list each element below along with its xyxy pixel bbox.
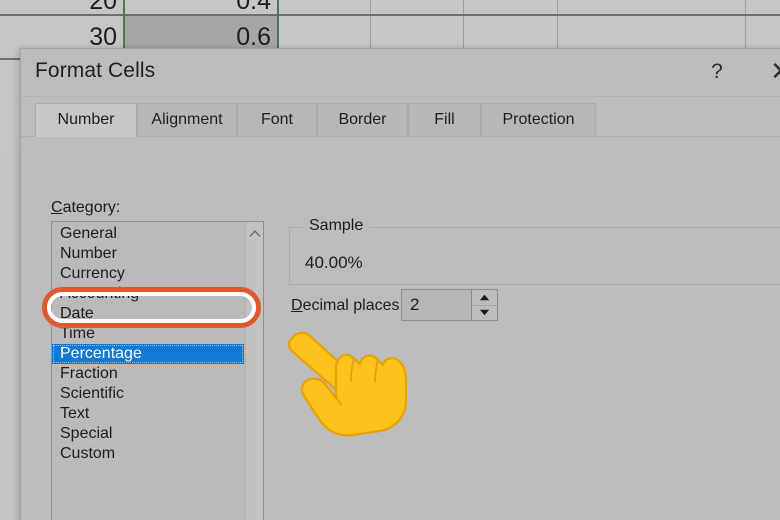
- titlebar-divider: [21, 96, 780, 97]
- screen-root: 20 0.4 30 0.6 15 0.8 Format Cells ? ✕ Nu…: [0, 0, 780, 520]
- decimal-places-label-rest: ecimal places:: [302, 297, 404, 314]
- list-item[interactable]: Number: [52, 244, 244, 264]
- list-item-percentage[interactable]: Percentage: [52, 344, 244, 364]
- category-label: Category:: [51, 199, 120, 217]
- scroll-up-icon[interactable]: [246, 225, 263, 242]
- list-item[interactable]: Accounting: [52, 284, 244, 304]
- category-list-items: General Number Currency Accounting Date …: [52, 222, 244, 464]
- category-scrollbar[interactable]: [245, 222, 263, 520]
- tab-number[interactable]: Number: [35, 103, 137, 137]
- category-label-rest: ategory:: [62, 199, 121, 216]
- list-item[interactable]: Text: [52, 404, 244, 424]
- format-cells-dialog: Format Cells ? ✕ Number Alignment Font B…: [20, 48, 780, 520]
- decimal-places-input[interactable]: 2: [402, 290, 471, 320]
- list-item[interactable]: Fraction: [52, 364, 244, 384]
- tab-protection[interactable]: Protection: [481, 103, 596, 137]
- sheet-row[interactable]: 20 0.4: [0, 0, 780, 15]
- tab-strip: Number Alignment Font Border Fill Protec…: [21, 103, 780, 137]
- stepper-up-icon[interactable]: [472, 290, 497, 306]
- tab-font[interactable]: Font: [237, 103, 317, 137]
- tab-alignment[interactable]: Alignment: [137, 103, 237, 137]
- decimal-places-label: Decimal places:: [291, 297, 404, 315]
- tab-fill[interactable]: Fill: [408, 103, 481, 137]
- sheet-cell-a[interactable]: 20: [0, 0, 124, 15]
- close-icon[interactable]: ✕: [765, 57, 780, 85]
- stepper-down-icon[interactable]: [472, 306, 497, 321]
- list-item[interactable]: Special: [52, 424, 244, 444]
- dialog-titlebar[interactable]: Format Cells ? ✕: [21, 49, 780, 97]
- decimal-places-label-accel: D: [291, 297, 303, 314]
- dialog-title: Format Cells: [35, 59, 156, 82]
- list-item[interactable]: Currency: [52, 264, 244, 284]
- number-tab-panel: Category: General Number Currency Accoun…: [21, 137, 780, 520]
- list-item[interactable]: Date: [52, 304, 244, 324]
- list-item[interactable]: General: [52, 224, 244, 244]
- list-item[interactable]: Custom: [52, 444, 244, 464]
- tab-border[interactable]: Border: [317, 103, 408, 137]
- category-listbox[interactable]: General Number Currency Accounting Date …: [51, 221, 264, 520]
- stepper-buttons: [471, 290, 497, 320]
- category-label-accel: C: [51, 199, 63, 216]
- decimal-places-stepper[interactable]: 2: [401, 289, 498, 321]
- list-item[interactable]: Time: [52, 324, 244, 344]
- sample-group-title: Sample: [303, 217, 370, 235]
- sample-value: 40.00%: [305, 253, 363, 272]
- list-item[interactable]: Scientific: [52, 384, 244, 404]
- sheet-cell-b[interactable]: 0.4: [124, 0, 278, 15]
- help-icon[interactable]: ?: [701, 57, 733, 85]
